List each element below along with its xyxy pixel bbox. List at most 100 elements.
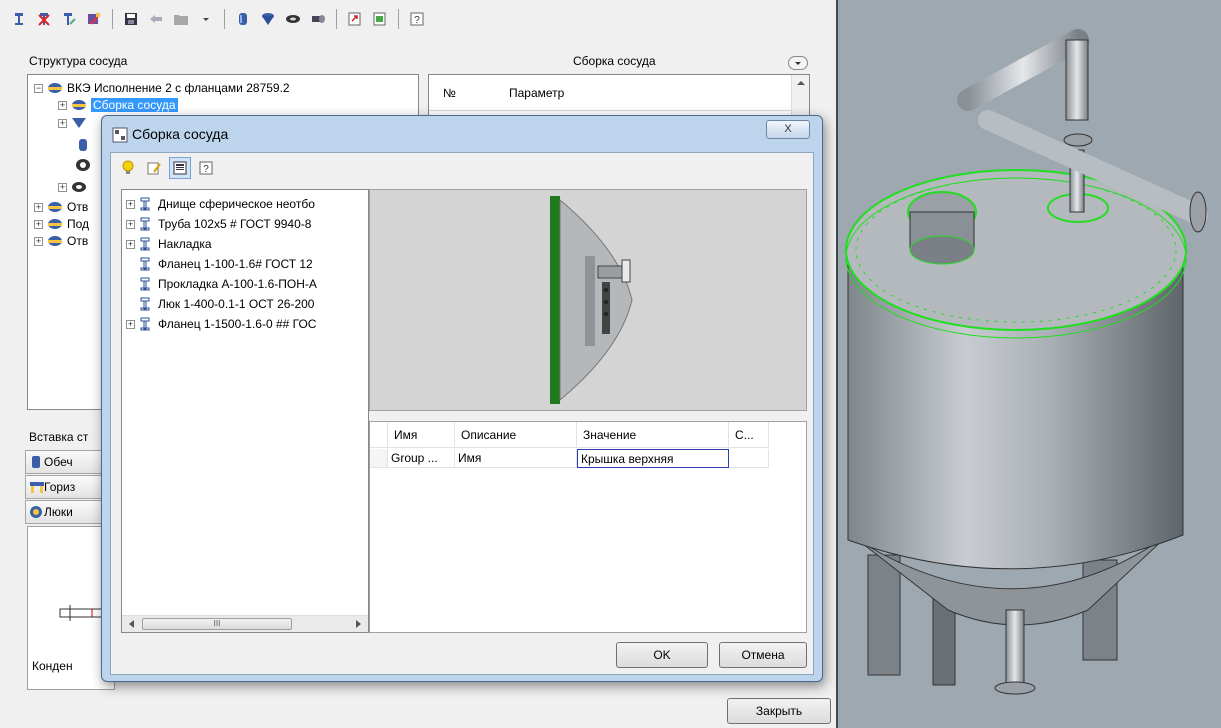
expand-icon[interactable] bbox=[126, 260, 135, 269]
expand-icon[interactable]: + bbox=[126, 239, 135, 249]
toolbar-separator bbox=[112, 9, 113, 29]
component-tree[interactable]: + Днище сферическое неотбо + Труба 102х5 # … bbox=[121, 189, 369, 633]
col-number[interactable]: № bbox=[429, 86, 509, 100]
expand-icon[interactable]: + bbox=[126, 199, 135, 209]
help-icon[interactable]: ? bbox=[406, 8, 428, 30]
bulb-icon[interactable] bbox=[117, 157, 139, 179]
expand-icon[interactable]: + bbox=[58, 182, 67, 192]
tree-item[interactable]: + bbox=[58, 115, 91, 131]
expand-icon[interactable]: + bbox=[34, 219, 43, 229]
collapse-icon[interactable]: − bbox=[34, 83, 43, 93]
expand-icon[interactable]: + bbox=[58, 118, 67, 128]
cancel-button[interactable]: Отмена bbox=[719, 642, 807, 668]
folder-icon[interactable] bbox=[170, 8, 192, 30]
head-preview-image bbox=[550, 196, 633, 404]
scroll-left-icon[interactable] bbox=[124, 616, 140, 632]
expand-icon[interactable]: + bbox=[34, 236, 43, 246]
component-tree-rows: + Днище сферическое неотбо + Труба 102х5 # … bbox=[122, 196, 368, 336]
tree-root[interactable]: − ВКЭ Исполнение 2 с фланцами 28759.2 bbox=[34, 80, 290, 96]
cone-icon[interactable] bbox=[257, 8, 279, 30]
tree-item-label: Отв bbox=[67, 200, 89, 214]
svg-text:?: ? bbox=[414, 15, 420, 26]
delete-valve-icon[interactable] bbox=[33, 8, 55, 30]
cell-value[interactable]: Крышка верхняя bbox=[577, 449, 729, 468]
save-icon[interactable] bbox=[120, 8, 142, 30]
tree-item-otv-1[interactable]: + Отв bbox=[34, 199, 88, 215]
gasket-icon bbox=[72, 182, 86, 192]
scroll-up-icon[interactable] bbox=[792, 75, 810, 91]
col-name[interactable]: Имя bbox=[388, 422, 455, 448]
component-tree-label: Люк 1-400-0.1-1 ОСТ 26-200 bbox=[158, 297, 315, 311]
cell-name[interactable]: Group ... bbox=[388, 449, 455, 468]
component-tree-item[interactable]: + Фланец 1-1500-1.6-0 ## ГОС bbox=[122, 316, 368, 332]
valve-tool-icon[interactable] bbox=[83, 8, 105, 30]
tree-item-pod[interactable]: + Под bbox=[34, 216, 89, 232]
tree-item[interactable]: + bbox=[58, 179, 91, 195]
expand-icon[interactable] bbox=[126, 280, 135, 289]
grid-corner bbox=[370, 422, 388, 448]
insert-label: Вставка ст bbox=[29, 430, 89, 444]
pipe-icon[interactable] bbox=[307, 8, 329, 30]
scroll-thumb[interactable]: III bbox=[142, 618, 292, 630]
properties-grid[interactable]: Имя Описание Значение С... Group ... Имя… bbox=[369, 421, 807, 633]
component-tree-label: Труба 102х5 # ГОСТ 9940-8 bbox=[158, 217, 312, 231]
model-viewport[interactable] bbox=[836, 0, 1221, 728]
col-c[interactable]: С... bbox=[729, 422, 769, 448]
col-description[interactable]: Описание bbox=[455, 422, 577, 448]
cell-c[interactable] bbox=[729, 449, 769, 468]
panel-icon[interactable] bbox=[169, 157, 191, 179]
expand-icon[interactable]: + bbox=[126, 319, 135, 329]
component-tree-item[interactable]: + Труба 102х5 # ГОСТ 9940-8 bbox=[122, 216, 368, 232]
close-button[interactable]: Закрыть bbox=[727, 698, 831, 724]
vessel-icon[interactable] bbox=[232, 8, 254, 30]
dropdown-icon[interactable] bbox=[195, 8, 217, 30]
help-icon[interactable]: ? bbox=[195, 157, 217, 179]
col-value[interactable]: Значение bbox=[577, 422, 729, 448]
tree-item[interactable] bbox=[74, 137, 95, 153]
component-tree-item[interactable]: Прокладка А-100-1.6-ПОН-А bbox=[122, 276, 368, 292]
toolbar-separator bbox=[336, 9, 337, 29]
valve-icon bbox=[140, 217, 150, 231]
scroll-right-icon[interactable] bbox=[350, 616, 366, 632]
tree-item-otv-2[interactable]: + Отв bbox=[34, 233, 88, 249]
report-icon[interactable] bbox=[369, 8, 391, 30]
component-tree-label: Днище сферическое неотбо bbox=[158, 197, 315, 211]
main-toolbar: ? bbox=[8, 4, 428, 34]
expand-icon[interactable]: + bbox=[58, 100, 67, 110]
valve-icon bbox=[140, 237, 150, 251]
dialog-toolbar: ? bbox=[117, 157, 217, 179]
component-tree-item[interactable]: Люк 1-400-0.1-1 ОСТ 26-200 bbox=[122, 296, 368, 312]
tree-item-label: Сборка сосуда bbox=[91, 98, 178, 112]
export-icon[interactable] bbox=[344, 8, 366, 30]
horizontal-scrollbar[interactable]: III bbox=[122, 615, 368, 632]
component-preview bbox=[369, 189, 807, 411]
tree-item[interactable] bbox=[74, 157, 95, 173]
edit-valve-icon[interactable] bbox=[58, 8, 80, 30]
cell-description[interactable]: Имя bbox=[455, 449, 577, 468]
structure-label: Структура сосуда bbox=[29, 54, 128, 68]
gasket-icon[interactable] bbox=[282, 8, 304, 30]
expand-icon[interactable]: + bbox=[126, 219, 135, 229]
valve-icon bbox=[140, 197, 150, 211]
component-tree-item[interactable]: + Накладка bbox=[122, 236, 368, 252]
expand-icon[interactable]: + bbox=[34, 202, 43, 212]
ok-button[interactable]: OK bbox=[616, 642, 708, 668]
tree-item-assembly[interactable]: + Сборка сосуда bbox=[58, 97, 178, 113]
gasket-icon bbox=[76, 159, 90, 171]
back-arrow-icon[interactable] bbox=[145, 8, 167, 30]
component-tree-item[interactable]: + Днище сферическое неотбо bbox=[122, 196, 368, 212]
dialog-close-button[interactable]: X bbox=[766, 120, 810, 139]
component-tree-label: Накладка bbox=[158, 237, 212, 251]
row-header[interactable] bbox=[370, 449, 388, 468]
valve-icon bbox=[140, 317, 150, 331]
tree-item-label: Под bbox=[67, 217, 90, 231]
valve-icon[interactable] bbox=[8, 8, 30, 30]
component-tree-label: Прокладка А-100-1.6-ПОН-А bbox=[158, 277, 317, 291]
tree-item-label: Отв bbox=[67, 234, 89, 248]
expand-icon[interactable] bbox=[126, 300, 135, 309]
component-tree-item[interactable]: Фланец 1-100-1.6# ГОСТ 12 bbox=[122, 256, 368, 272]
edit-icon[interactable] bbox=[143, 157, 165, 179]
collapse-toggle[interactable] bbox=[788, 56, 808, 70]
dialog-title: Сборка сосуда bbox=[132, 126, 229, 142]
col-parameter[interactable]: Параметр bbox=[509, 86, 809, 100]
